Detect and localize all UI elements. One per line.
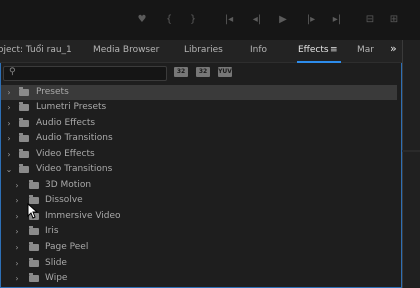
search-input[interactable]: ⚲: [3, 66, 167, 81]
folder-icon: [19, 118, 29, 127]
adjacent-panel: [402, 40, 420, 288]
folder-icon: [29, 258, 39, 267]
tree-item-iris[interactable]: › Iris: [1, 224, 397, 239]
32bit-color-filter-icon[interactable]: 32: [196, 67, 210, 77]
insert-icon[interactable]: ⊟: [362, 13, 378, 27]
tree-item-label: Page Peel: [45, 242, 89, 252]
tree-item-label: Audio Transitions: [36, 133, 113, 143]
chevron-down-icon[interactable]: ⌄: [5, 162, 13, 177]
panel-menu-icon[interactable]: ≡: [330, 45, 338, 55]
folder-icon: [29, 242, 39, 251]
chevron-right-icon[interactable]: ›: [13, 256, 21, 271]
preset-folder-icon: [19, 87, 29, 96]
tab-info[interactable]: Info: [250, 45, 267, 55]
more-tabs-icon[interactable]: »: [390, 42, 397, 55]
step-back-icon[interactable]: ◂|: [250, 13, 264, 27]
folder-icon: [19, 149, 29, 158]
step-forward-icon[interactable]: |▸: [304, 13, 318, 27]
tree-item-label: Presets: [36, 87, 69, 97]
tree-item-presets[interactable]: › Presets: [1, 85, 397, 100]
folder-icon: [19, 164, 29, 173]
out-point-icon[interactable]: }: [186, 13, 200, 27]
folder-icon: [29, 226, 39, 235]
tree-item-video-transitions[interactable]: ⌄ Video Transitions: [1, 162, 397, 177]
tree-item-immersive-video[interactable]: › Immersive Video: [1, 209, 397, 224]
tree-item-dissolve[interactable]: › Dissolve: [1, 193, 397, 208]
go-to-out-icon[interactable]: ▸|: [330, 13, 344, 27]
tab-media-browser[interactable]: Media Browser: [93, 45, 159, 55]
tree-item-slide[interactable]: › Slide: [1, 256, 397, 271]
tree-item-label: Dissolve: [45, 195, 83, 205]
chevron-right-icon[interactable]: ›: [13, 271, 21, 286]
play-icon[interactable]: ▶: [276, 13, 290, 27]
accelerated-effects-filter-icon[interactable]: 32: [174, 67, 188, 77]
in-point-icon[interactable]: {: [162, 13, 176, 27]
chevron-right-icon[interactable]: ›: [5, 131, 13, 146]
marker-icon[interactable]: ♥: [135, 13, 149, 27]
chevron-right-icon[interactable]: ›: [5, 85, 13, 100]
tree-item-label: Iris: [45, 226, 59, 236]
tree-item-audio-effects[interactable]: › Audio Effects: [1, 116, 397, 131]
tree-item-label: Wipe: [45, 273, 68, 283]
tab-libraries[interactable]: Libraries: [184, 45, 223, 55]
panel-divider: [402, 150, 420, 152]
tree-item-label: Video Effects: [36, 149, 95, 159]
chevron-right-icon[interactable]: ›: [5, 147, 13, 162]
chevron-right-icon[interactable]: ›: [13, 193, 21, 208]
folder-icon: [19, 133, 29, 142]
folder-icon: [29, 180, 39, 189]
tab-markers[interactable]: Mar: [357, 45, 374, 55]
preset-folder-icon: [19, 102, 29, 111]
tree-item-video-effects[interactable]: › Video Effects: [1, 147, 397, 162]
chevron-right-icon[interactable]: ›: [5, 116, 13, 131]
chevron-right-icon[interactable]: ›: [5, 100, 13, 115]
transport-bar: ♥ { } |◂ ◂| ▶ |▸ ▸| ⊟ ⊞: [0, 0, 420, 40]
yuv-filter-icon[interactable]: YUV: [218, 67, 232, 77]
search-icon: ⚲: [9, 67, 16, 77]
tree-item-label: 3D Motion: [45, 180, 92, 190]
go-to-in-icon[interactable]: |◂: [222, 13, 236, 27]
tree-item-label: Video Transitions: [36, 164, 113, 174]
tree-item-page-peel[interactable]: › Page Peel: [1, 240, 397, 255]
tree-item-label: Audio Effects: [36, 118, 96, 128]
tree-item-wipe[interactable]: › Wipe: [1, 271, 397, 286]
chevron-right-icon[interactable]: ›: [13, 240, 21, 255]
tree-item-3d-motion[interactable]: › 3D Motion: [1, 178, 397, 193]
tab-project[interactable]: oject: Tuổi rau_1: [0, 45, 72, 55]
chevron-right-icon[interactable]: ›: [13, 178, 21, 193]
overwrite-icon[interactable]: ⊞: [386, 13, 402, 27]
chevron-right-icon[interactable]: ›: [13, 209, 21, 224]
tree-item-label: Lumetri Presets: [36, 102, 107, 112]
chevron-right-icon[interactable]: ›: [13, 224, 21, 239]
tree-item-label: Slide: [45, 258, 67, 268]
tree-item-lumetri-presets[interactable]: › Lumetri Presets: [1, 100, 397, 115]
tree-item-audio-transitions[interactable]: › Audio Transitions: [1, 131, 397, 146]
panel-tab-bar: oject: Tuổi rau_1 Media Browser Librarie…: [0, 40, 402, 63]
tab-effects[interactable]: Effects: [298, 45, 329, 55]
folder-icon: [29, 273, 39, 282]
tree-item-label: Immersive Video: [45, 211, 121, 221]
mouse-cursor-icon: [27, 203, 39, 219]
